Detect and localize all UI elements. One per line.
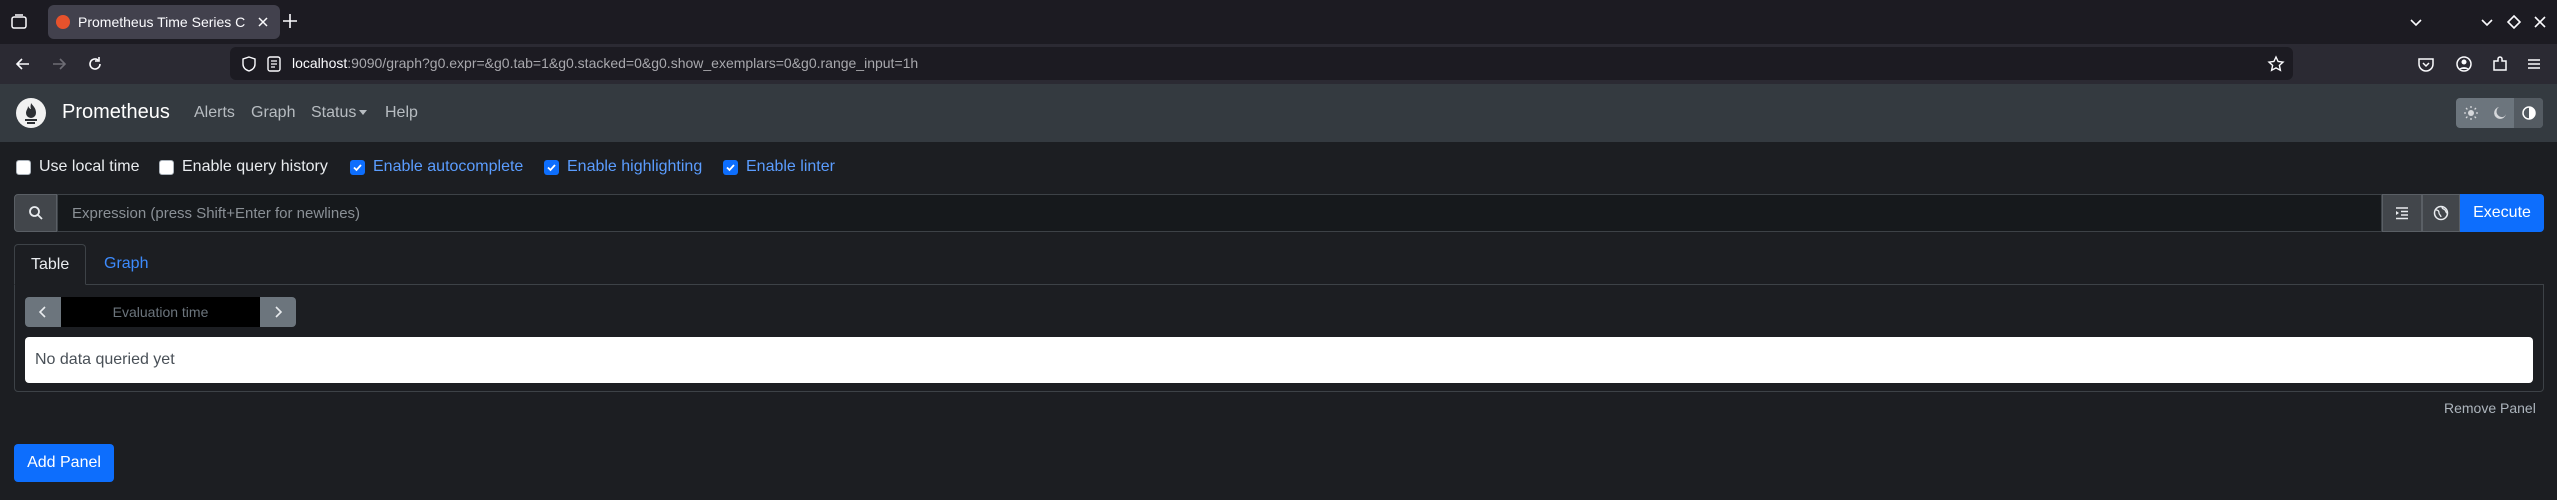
evaluation-time-control: Evaluation time: [25, 297, 296, 327]
checkbox-unchecked[interactable]: [159, 159, 174, 175]
checkmark-icon: [547, 163, 556, 171]
browser-toolbar: localhost:9090/graph?g0.expr=&g0.tab=1&g…: [0, 44, 2557, 84]
tracking-protection-shield-icon[interactable]: [241, 56, 257, 72]
indent-icon: [2396, 207, 2408, 220]
globe-icon: [2433, 205, 2449, 221]
bookmark-star-icon[interactable]: [2267, 55, 2285, 73]
sun-icon: [2463, 106, 2478, 120]
option-label: Enable query history: [182, 158, 328, 175]
pocket-icon[interactable]: [2417, 55, 2435, 73]
checkmark-icon: [726, 163, 735, 171]
app-menu-icon[interactable]: [2525, 55, 2543, 73]
browser-tab[interactable]: Prometheus Time Series C: [48, 5, 280, 39]
dark-theme-button[interactable]: [2485, 98, 2514, 128]
expression-input-group: Expression (press Shift+Enter for newlin…: [14, 194, 2544, 232]
option-enable-linter[interactable]: Enable linter: [723, 158, 835, 176]
checkbox-checked[interactable]: [350, 159, 365, 175]
option-enable-autocomplete[interactable]: Enable autocomplete: [350, 158, 523, 176]
reload-icon[interactable]: [86, 55, 104, 73]
option-label: Enable linter: [746, 158, 835, 175]
nav-link-help[interactable]: Help: [385, 104, 418, 122]
nav-link-graph[interactable]: Graph: [251, 104, 295, 122]
window-maximize-icon[interactable]: [2505, 13, 2523, 31]
add-panel-button[interactable]: Add Panel: [14, 444, 114, 482]
chevron-left-icon: [38, 306, 46, 318]
new-tab-icon[interactable]: [281, 12, 299, 30]
nav-link-alerts[interactable]: Alerts: [194, 104, 235, 122]
tab-graph[interactable]: Graph: [88, 244, 164, 285]
nav-link-status-label: Status: [311, 104, 357, 121]
account-icon[interactable]: [2455, 55, 2473, 73]
format-expression-button[interactable]: [2382, 194, 2422, 232]
back-arrow-icon[interactable]: [14, 55, 32, 73]
prometheus-favicon-icon: [56, 15, 70, 29]
forward-arrow-icon[interactable]: [50, 55, 68, 73]
expression-input[interactable]: Expression (press Shift+Enter for newlin…: [57, 194, 2382, 232]
url-path: :9090/graph?g0.expr=&g0.tab=1&g0.stacked…: [347, 55, 919, 71]
tab-table[interactable]: Table: [14, 244, 86, 285]
metrics-explorer-button[interactable]: [2422, 194, 2460, 232]
option-enable-highlighting[interactable]: Enable highlighting: [544, 158, 702, 176]
next-time-button[interactable]: [260, 297, 296, 327]
remove-panel-link[interactable]: Remove Panel: [2444, 400, 2536, 416]
nav-link-status[interactable]: Status: [311, 104, 368, 122]
theme-toggle-group: [2456, 98, 2543, 128]
tab-overview-icon[interactable]: [10, 13, 28, 31]
adjust-icon: [2521, 106, 2536, 120]
url-host: localhost: [292, 55, 348, 71]
close-tab-icon[interactable]: [256, 15, 270, 29]
window-close-icon[interactable]: [2531, 13, 2549, 31]
page-info-icon[interactable]: [266, 56, 282, 72]
search-icon: [14, 194, 57, 232]
list-tabs-chevron-icon[interactable]: [2407, 13, 2425, 31]
option-label: Use local time: [39, 158, 140, 175]
option-label: Enable highlighting: [567, 158, 703, 175]
url-text: localhost:9090/graph?g0.expr=&g0.tab=1&g…: [292, 55, 918, 71]
checkbox-checked[interactable]: [723, 159, 738, 175]
chevron-right-icon: [275, 306, 283, 318]
url-bar[interactable]: localhost:9090/graph?g0.expr=&g0.tab=1&g…: [230, 47, 2293, 80]
moon-icon: [2493, 107, 2506, 119]
browser-theme-button[interactable]: [2514, 98, 2543, 128]
extensions-icon[interactable]: [2491, 55, 2509, 73]
execute-button[interactable]: Execute: [2460, 194, 2544, 232]
checkbox-checked[interactable]: [544, 159, 559, 175]
checkbox-unchecked[interactable]: [16, 159, 31, 175]
previous-time-button[interactable]: [25, 297, 61, 327]
prometheus-navbar: Prometheus Alerts Graph Status Help: [0, 84, 2557, 142]
browser-tab-strip: Prometheus Time Series C: [0, 0, 2557, 44]
brand-title[interactable]: Prometheus: [62, 101, 170, 124]
option-label: Enable autocomplete: [373, 158, 524, 175]
no-data-message: No data queried yet: [25, 337, 2533, 383]
window-minimize-icon[interactable]: [2478, 13, 2496, 31]
query-panel: Evaluation time No data queried yet: [14, 284, 2544, 392]
checkmark-icon: [353, 163, 362, 171]
prometheus-logo-icon[interactable]: [16, 98, 46, 128]
light-theme-button[interactable]: [2456, 98, 2485, 128]
browser-tab-title: Prometheus Time Series C: [78, 14, 246, 30]
option-enable-query-history[interactable]: Enable query history: [159, 158, 328, 176]
evaluation-time-input[interactable]: Evaluation time: [61, 297, 260, 327]
dropdown-caret-icon: [359, 110, 368, 116]
option-use-local-time[interactable]: Use local time: [16, 158, 139, 176]
